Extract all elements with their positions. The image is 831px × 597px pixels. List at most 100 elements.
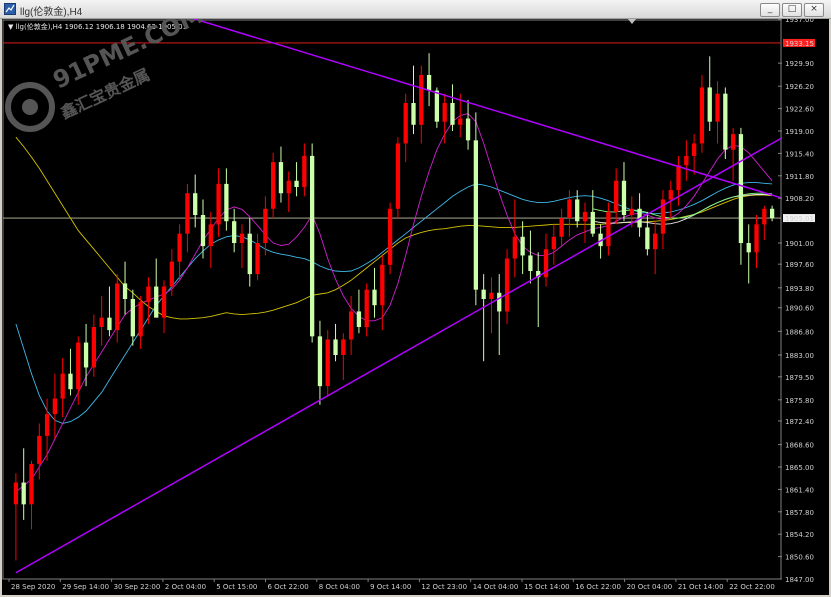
candle[interactable] [52, 373, 58, 439]
candle-body [512, 236, 517, 259]
candle[interactable] [161, 280, 167, 334]
candle[interactable] [302, 143, 307, 197]
candle[interactable] [707, 56, 712, 131]
candle[interactable] [442, 93, 447, 144]
candle[interactable] [426, 53, 432, 107]
candle[interactable] [380, 255, 385, 331]
candle[interactable] [403, 93, 408, 163]
candle[interactable] [575, 190, 580, 228]
candle[interactable] [387, 202, 393, 275]
trendline-lower[interactable] [15, 115, 822, 574]
candle[interactable] [715, 81, 720, 144]
candle[interactable] [122, 261, 128, 315]
candle-body [52, 398, 58, 415]
candle[interactable] [37, 423, 42, 480]
minimize-button[interactable]: _ [760, 3, 780, 17]
trendline-upper[interactable] [164, 19, 822, 211]
candle[interactable] [473, 112, 479, 306]
candle[interactable] [512, 199, 517, 278]
candle[interactable] [247, 218, 252, 287]
candle[interactable] [481, 274, 486, 362]
candle[interactable] [606, 202, 611, 256]
candle[interactable] [138, 295, 143, 349]
candle[interactable] [239, 224, 245, 268]
candle[interactable] [263, 196, 268, 256]
candle[interactable] [91, 314, 97, 377]
candle[interactable] [497, 274, 502, 355]
candle[interactable] [528, 230, 533, 284]
candle[interactable] [146, 277, 151, 324]
candle[interactable] [660, 190, 666, 250]
candle[interactable] [60, 358, 65, 418]
candle[interactable] [637, 193, 642, 237]
candle[interactable] [489, 277, 494, 334]
candle[interactable] [99, 295, 104, 346]
candle[interactable] [684, 140, 689, 181]
candle[interactable] [364, 283, 369, 337]
chart-shift-marker[interactable] [628, 19, 636, 24]
candle[interactable] [738, 127, 744, 265]
candlestick-chart[interactable]: 1937.00 1933.15 1929.90 1926.20 1922.60 1919.… [2, 19, 829, 595]
candle[interactable] [68, 348, 73, 396]
candle[interactable] [520, 221, 525, 275]
candle[interactable] [317, 320, 323, 405]
candle[interactable] [411, 65, 416, 135]
candle[interactable] [536, 252, 541, 327]
candle[interactable] [372, 267, 377, 318]
candle[interactable] [29, 460, 34, 530]
candle-body [13, 482, 19, 505]
candle[interactable] [465, 99, 471, 150]
close-button[interactable]: × [804, 3, 824, 17]
candle[interactable] [13, 473, 19, 561]
candle[interactable] [286, 171, 291, 212]
candle[interactable] [769, 205, 775, 222]
candle[interactable] [543, 233, 549, 287]
candle[interactable] [278, 146, 284, 203]
candle[interactable] [333, 323, 338, 362]
candle[interactable] [21, 448, 26, 520]
candle[interactable] [699, 75, 705, 153]
candle[interactable] [309, 143, 315, 343]
price-chart[interactable]: 1937.00 1933.15 1929.90 1926.20 1922.60 1919.… [2, 19, 829, 595]
candle[interactable] [559, 208, 564, 247]
candle[interactable] [450, 84, 455, 131]
candle[interactable] [614, 168, 619, 225]
candle[interactable] [691, 134, 697, 175]
title-bar[interactable]: llg(伦敦金),H4 _ □ × [0, 0, 831, 19]
candle-body [130, 299, 135, 337]
candle[interactable] [341, 333, 346, 380]
candle[interactable] [193, 174, 198, 228]
candle[interactable] [395, 137, 401, 219]
candle[interactable] [551, 224, 556, 265]
candle[interactable] [348, 295, 354, 355]
candle[interactable] [185, 183, 190, 253]
candle[interactable] [154, 258, 159, 318]
candle[interactable] [653, 221, 658, 275]
candle[interactable] [224, 168, 229, 231]
candle[interactable] [130, 289, 135, 346]
candle[interactable] [271, 152, 276, 219]
candle[interactable] [762, 205, 767, 240]
candle[interactable] [232, 208, 237, 253]
candle[interactable] [723, 87, 728, 159]
candle[interactable] [294, 162, 299, 197]
candle[interactable] [746, 224, 751, 284]
candle[interactable] [356, 289, 362, 334]
candle[interactable] [208, 211, 213, 268]
candle[interactable] [325, 330, 330, 396]
candle[interactable] [754, 215, 759, 268]
candle[interactable] [107, 286, 112, 337]
candle[interactable] [621, 162, 627, 222]
candle[interactable] [216, 168, 221, 237]
candle[interactable] [83, 323, 89, 387]
candle[interactable] [177, 224, 182, 281]
candle[interactable] [419, 65, 424, 144]
candle[interactable] [504, 249, 510, 324]
candle[interactable] [730, 127, 736, 181]
candle-body [271, 162, 276, 209]
candle[interactable] [255, 233, 260, 281]
candle[interactable] [115, 274, 120, 343]
maximize-button[interactable]: □ [782, 3, 802, 17]
dropdown-triangle-icon[interactable]: ▼ [8, 23, 13, 31]
candle[interactable] [582, 202, 588, 243]
